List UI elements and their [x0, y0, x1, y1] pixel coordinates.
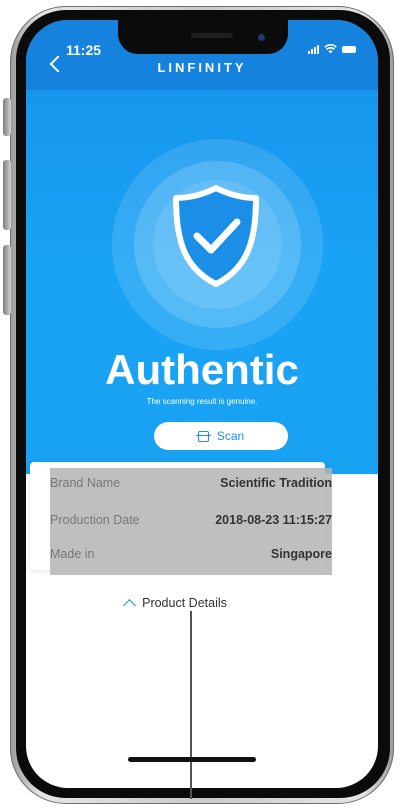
- scan-button[interactable]: Scan: [154, 422, 288, 450]
- brand-name-value: Scientific Tradition: [220, 476, 332, 490]
- camera: [258, 34, 265, 41]
- volume-up-button: [3, 160, 11, 230]
- brand-name-label: Brand Name: [50, 476, 121, 490]
- speaker: [191, 33, 233, 38]
- production-date-label: Production Date: [50, 513, 140, 527]
- scan-label: Scan: [216, 429, 245, 443]
- brand-name-row: Brand Name Scientific Tradition: [50, 476, 332, 490]
- production-date-value: 2018-08-23 11:15:27: [215, 513, 332, 527]
- status-time: 11:25: [66, 42, 102, 58]
- made-in-label: Made in: [50, 547, 95, 561]
- made-in-row: Made in Singapore: [50, 547, 332, 561]
- shield-check-icon: [173, 185, 259, 287]
- battery-icon: [342, 45, 356, 53]
- silent-switch: [3, 98, 11, 136]
- chevron-up-icon: [123, 598, 136, 612]
- product-details-label: Product Details: [142, 596, 227, 610]
- signal-icon: [308, 44, 319, 54]
- made-in-value: Singapore: [270, 547, 332, 561]
- home-indicator[interactable]: [128, 757, 256, 762]
- page-title: LINFINITY: [157, 60, 247, 75]
- product-details-toggle[interactable]: Product Details: [0, 596, 352, 612]
- wifi-icon: [324, 44, 337, 54]
- production-date-row: Production Date 2018-08-23 11:15:27: [50, 513, 332, 527]
- result-message: The scanning result is genuine.: [146, 397, 258, 406]
- annotation-line: [190, 611, 192, 799]
- result-status: Authentic: [105, 346, 299, 393]
- status-icons: [308, 44, 356, 54]
- notch: [118, 20, 288, 54]
- volume-down-button: [3, 245, 11, 315]
- scan-icon: [195, 430, 211, 442]
- app-screen: 11:25 LINFINITY Authentic The scanning r…: [26, 20, 378, 788]
